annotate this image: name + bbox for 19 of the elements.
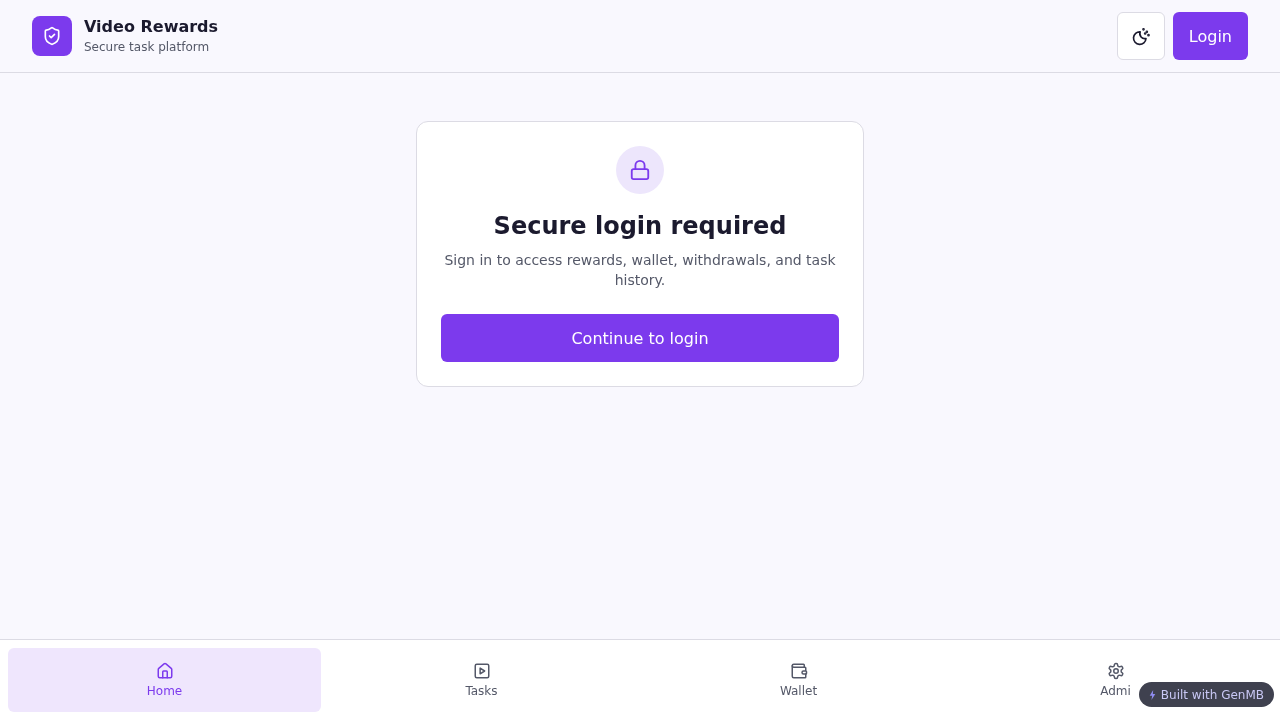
- theme-toggle-button[interactable]: [1116, 12, 1165, 60]
- app-title: Video Rewards: [84, 17, 219, 37]
- wallet-icon: [789, 661, 808, 680]
- card-description: Sign in to access rewards, wallet, withdrawals, and task history.: [443, 251, 837, 290]
- play-square-icon: [472, 661, 491, 680]
- lightning-icon: [1148, 689, 1156, 700]
- home-icon: [155, 661, 174, 680]
- app-subtitle: Secure task platform: [84, 39, 211, 55]
- moon-icon: [1130, 26, 1151, 46]
- nav-tab[interactable]: Home: [8, 648, 321, 712]
- shield-icon: [32, 16, 72, 56]
- built-with-link[interactable]: Built with GenMB: [1138, 682, 1274, 707]
- gear-icon: [1106, 661, 1125, 680]
- continue-button[interactable]: Continue to login: [441, 314, 839, 362]
- lock-icon: [616, 146, 664, 194]
- nav-tab[interactable]: Tasks: [325, 648, 638, 712]
- nav-tab[interactable]: Wallet: [642, 648, 955, 712]
- login-button[interactable]: Login: [1172, 12, 1248, 60]
- card-heading: Secure login required: [493, 211, 787, 242]
